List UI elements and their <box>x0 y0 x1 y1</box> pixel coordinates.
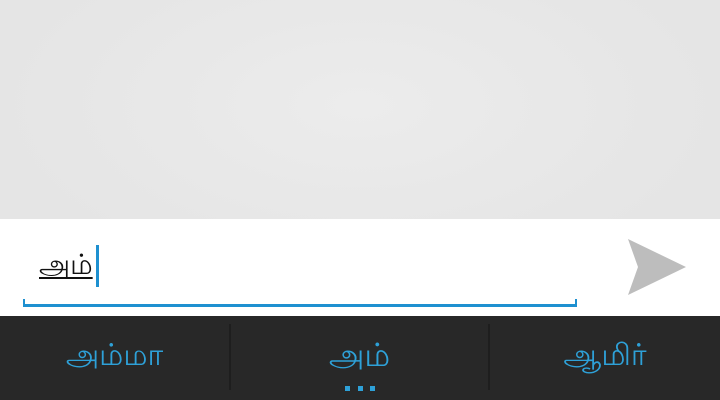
message-input-text[interactable]: அம் <box>39 247 93 283</box>
suggestion-2-label: அம் <box>328 336 391 374</box>
more-suggestions-indicator <box>345 386 375 392</box>
messaging-screen: அம் அம்மா அம் ஆமிர் <box>0 0 720 400</box>
text-cursor <box>96 245 99 287</box>
compose-bar: அம் <box>0 219 720 316</box>
message-input-underline <box>23 299 577 307</box>
suggestion-3-label: ஆமிர் <box>563 337 647 373</box>
message-input[interactable]: அம் <box>23 219 577 309</box>
suggestion-3[interactable]: ஆமிர் <box>490 316 720 400</box>
suggestion-1-label: அம்மா <box>65 337 164 373</box>
conversation-area[interactable] <box>0 0 720 219</box>
send-button[interactable] <box>622 235 692 297</box>
suggestion-1[interactable]: அம்மா <box>0 316 229 400</box>
dot <box>370 386 375 391</box>
dot <box>357 386 363 391</box>
dot <box>345 386 350 391</box>
send-icon <box>628 239 686 295</box>
